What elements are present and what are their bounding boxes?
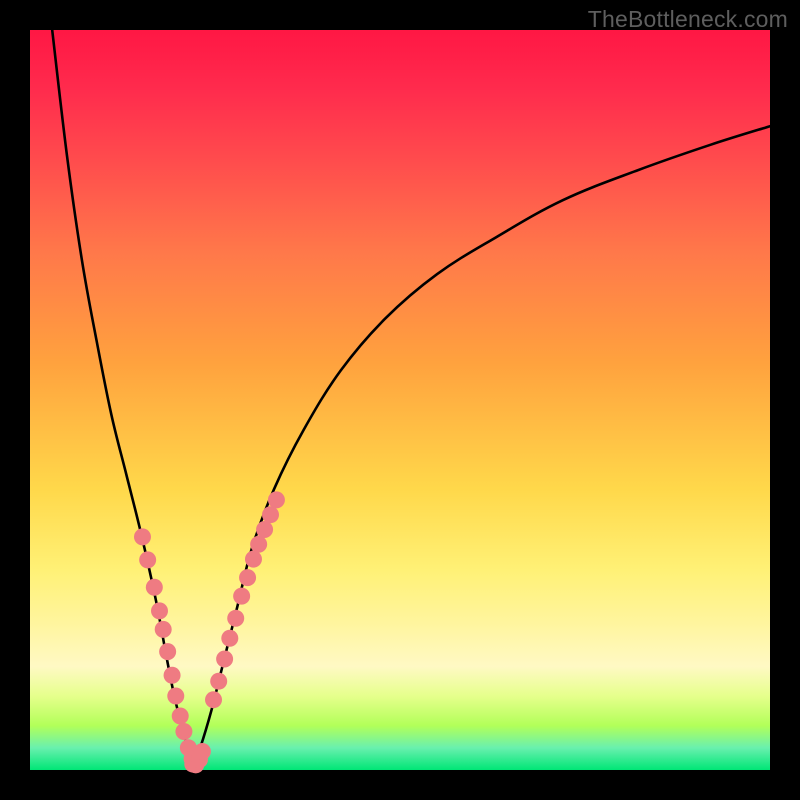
scatter-dots	[134, 491, 285, 773]
scatter-dot	[227, 610, 244, 627]
chart-svg	[30, 30, 770, 770]
scatter-dot	[221, 630, 238, 647]
scatter-dot	[233, 588, 250, 605]
scatter-dot	[210, 673, 227, 690]
scatter-dot	[172, 707, 189, 724]
scatter-dot	[164, 667, 181, 684]
scatter-dot	[155, 621, 172, 638]
chart-frame: TheBottleneck.com	[0, 0, 800, 800]
scatter-dot	[239, 569, 256, 586]
scatter-dot	[151, 602, 168, 619]
scatter-dot	[205, 691, 222, 708]
scatter-dot	[194, 743, 211, 760]
watermark-text: TheBottleneck.com	[588, 6, 788, 33]
curve-right-branch	[193, 126, 770, 766]
scatter-dot	[268, 491, 285, 508]
scatter-dot	[250, 536, 267, 553]
scatter-dot	[245, 551, 262, 568]
scatter-dot	[175, 723, 192, 740]
scatter-dot	[167, 688, 184, 705]
scatter-dot	[262, 506, 279, 523]
scatter-dot	[216, 651, 233, 668]
scatter-dot	[146, 579, 163, 596]
scatter-dot	[256, 521, 273, 538]
scatter-dot	[134, 528, 151, 545]
scatter-dot	[139, 551, 156, 568]
scatter-dot	[159, 643, 176, 660]
